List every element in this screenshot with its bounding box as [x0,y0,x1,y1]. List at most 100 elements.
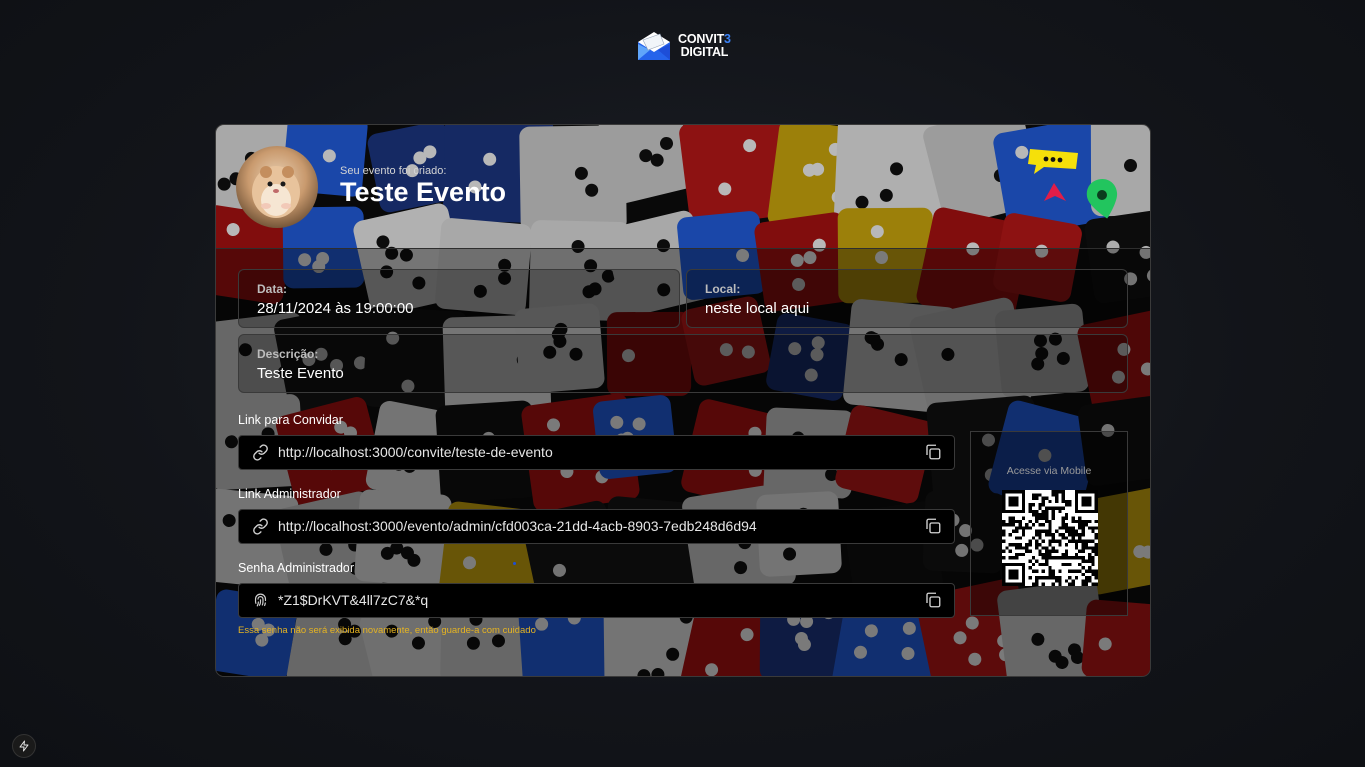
qr-module [1028,576,1032,580]
qr-module [1051,493,1055,497]
qr-module [1078,533,1082,537]
qr-module [1045,559,1049,563]
admin-link-field[interactable]: http://localhost:3000/evento/admin/cfd00… [238,509,955,544]
qr-module [1015,552,1019,557]
qr-module [1054,579,1059,583]
copy-icon[interactable] [924,443,942,461]
qr-module [1071,526,1075,530]
qr-module [1021,546,1026,550]
qr-module [1048,533,1052,537]
qr-module [1045,533,1049,537]
qr-module [1084,559,1089,563]
qr-module [1035,529,1039,534]
qr-module [1045,556,1049,560]
qr-module [1021,552,1026,557]
qr-module [1045,516,1049,520]
qr-module [1028,503,1032,507]
qr-module [1008,533,1012,537]
qr-module [1081,529,1085,534]
lightning-icon [19,740,29,752]
qr-module [1015,529,1019,534]
qr-module [1035,582,1039,586]
qr-module [1025,542,1029,547]
qr-module [1064,549,1069,553]
qr-module [1045,496,1049,500]
qr-module [1041,523,1046,527]
qr-module [1078,539,1082,543]
qr-module [1061,519,1065,524]
qr-module [1038,513,1042,517]
admin-password-label: Senha Administrador [238,561,355,575]
chat-bubble-icon [1028,149,1078,174]
qr-module [1071,582,1075,586]
qr-module [1091,582,1095,586]
qr-module [1045,549,1049,553]
qr-module [1091,526,1095,530]
qr-module [1018,526,1022,530]
qr-module [1011,529,1016,534]
qr-module [1015,536,1019,540]
dev-tools-button[interactable] [12,734,36,758]
qr-module [1038,542,1042,547]
qr-module [1091,546,1095,550]
location-value: neste local aqui [705,300,810,317]
admin-password-value[interactable]: *Z1$DrKVT&4ll7zC7&*q [278,592,428,608]
qr-module [1074,542,1079,547]
qr-module [1025,526,1029,530]
qr-module [1002,519,1006,524]
qr-module [1068,569,1072,573]
qr-module [1011,556,1016,560]
admin-link-url[interactable]: http://localhost:3000/evento/admin/cfd00… [278,518,757,534]
admin-password-field[interactable]: *Z1$DrKVT&4ll7zC7&*q [238,583,955,618]
qr-module [1038,503,1042,507]
hamster-image [252,166,300,218]
qr-module [1071,556,1075,560]
qr-module [1084,542,1089,547]
qr-module [1031,536,1036,540]
qr-module [1058,490,1062,494]
qr-module [1021,526,1026,530]
qr-module [1048,566,1052,570]
qr-module [1028,509,1032,514]
copy-icon[interactable] [924,591,942,609]
qr-module [1048,542,1052,547]
qr-module [1071,529,1075,534]
qr-module [1088,556,1092,560]
qr-module [1081,559,1085,563]
qr-module [1048,556,1052,560]
qr-module [1018,552,1022,557]
qr-module [1045,506,1049,510]
qr-module [1074,529,1079,534]
qr-module [1064,523,1069,527]
qr-module [1038,552,1042,557]
invite-link-url[interactable]: http://localhost:3000/convite/teste-de-e… [278,444,553,460]
qr-module [1041,499,1046,504]
qr-module [1091,562,1095,567]
qr-module [1051,509,1055,514]
qr-module [1088,526,1092,530]
qr-module [1064,542,1069,547]
qr-module [1071,516,1075,520]
qr-module [1071,536,1075,540]
qr-module [1011,542,1016,547]
qr-module [1094,533,1098,537]
brand-logo[interactable]: CONVIT3 DIGITAL [636,30,731,62]
qr-module [1058,542,1062,547]
qr-module [1041,516,1046,520]
qr-module [1045,513,1049,517]
qr-module [1078,556,1082,560]
qr-module [1074,546,1079,550]
qr-module [1054,529,1059,534]
qr-module [1048,506,1052,510]
copy-icon[interactable] [924,517,942,535]
qr-module [1041,556,1046,560]
qr-module [1094,542,1098,547]
invite-link-field[interactable]: http://localhost:3000/convite/teste-de-e… [238,435,955,470]
qr-module [1011,523,1016,527]
qr-module [1068,582,1072,586]
qr-module [1031,582,1036,586]
qr-module [1038,562,1042,567]
qr-module [1058,556,1062,560]
qr-module [1084,519,1089,524]
qr-module [1021,529,1026,534]
